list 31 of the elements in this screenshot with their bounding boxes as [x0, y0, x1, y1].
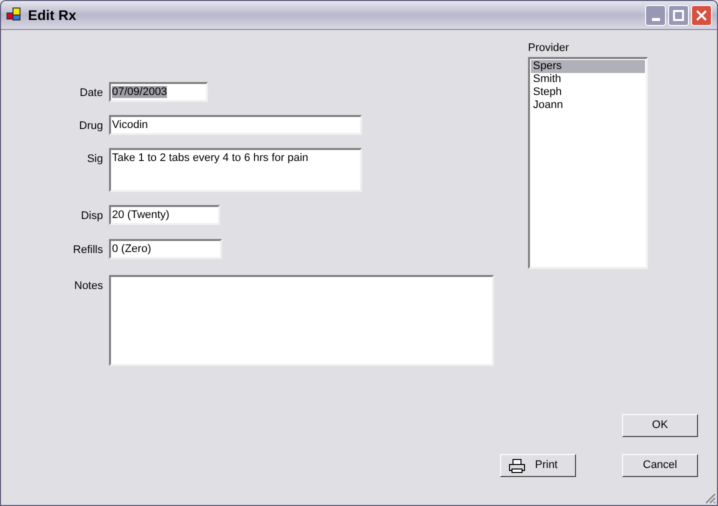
field-label: Notes	[73, 279, 104, 294]
maximize-button[interactable]	[668, 4, 689, 26]
window-title: Edit Rx	[28, 6, 76, 24]
provider-item[interactable]: Smith	[531, 73, 645, 86]
print-button[interactable]: Print	[500, 454, 576, 477]
provider-list[interactable]: Spers Smith Steph Joann	[528, 57, 648, 269]
field-label: Disp	[80, 209, 104, 224]
provider-label: Provider	[528, 41, 570, 56]
provider-item[interactable]: Joann	[531, 99, 645, 112]
ok-button[interactable]: OK	[622, 414, 698, 437]
resize-grip-icon	[704, 492, 716, 504]
text-area[interactable]: Take 1 to 2 tabs every 4 to 6 hrs for pain	[109, 148, 362, 192]
input-field[interactable]: 20 (Twenty)	[109, 205, 220, 225]
field-label: Sig	[86, 152, 104, 167]
minimize-icon	[652, 18, 660, 20]
minimize-button[interactable]	[645, 4, 666, 26]
field-label: Date	[78, 86, 104, 101]
input-field[interactable]: Vicodin	[109, 115, 362, 135]
printer-icon	[509, 458, 525, 472]
app-icon	[6, 7, 22, 23]
text-area[interactable]	[109, 275, 494, 366]
field-label: Refills	[72, 243, 104, 258]
input-field[interactable]: 07/09/2003	[109, 82, 208, 102]
field-label: Drug	[78, 119, 104, 134]
input-field[interactable]: 0 (Zero)	[109, 239, 222, 259]
close-icon	[696, 10, 707, 20]
close-button[interactable]	[691, 4, 712, 26]
provider-item[interactable]: Steph	[531, 86, 645, 99]
provider-item[interactable]: Spers	[531, 60, 645, 73]
maximize-icon	[673, 10, 684, 20]
cancel-button[interactable]: Cancel	[622, 454, 698, 477]
